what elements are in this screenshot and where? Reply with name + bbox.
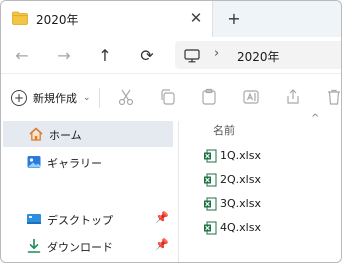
- file-name: 2Q.xlsx: [220, 172, 261, 186]
- home-icon: [28, 126, 44, 142]
- pin-icon[interactable]: 📌: [155, 211, 169, 224]
- cut-icon[interactable]: [117, 88, 135, 106]
- sidebar-item-label: ギャラリー: [47, 157, 102, 170]
- divider: [99, 88, 100, 108]
- file-name: 1Q.xlsx: [220, 148, 261, 162]
- sidebar-item-label: デスクトップ: [47, 214, 113, 227]
- chevron-down-icon: ⌄: [83, 93, 91, 103]
- arrow-left-icon: ←: [15, 45, 29, 65]
- up-button[interactable]: ↑: [93, 43, 117, 67]
- trash-icon[interactable]: [325, 88, 341, 106]
- excel-file-icon: [203, 220, 217, 235]
- download-icon: [26, 238, 42, 254]
- refresh-button[interactable]: ⟳: [135, 43, 159, 67]
- list-item[interactable]: 2Q.xlsx: [203, 169, 261, 189]
- copy-icon[interactable]: [159, 88, 177, 106]
- sidebar-item-gallery[interactable]: ギャラリー: [1, 149, 171, 175]
- sidebar-item-label: ダウンロード: [47, 241, 113, 254]
- file-list: ^ 名前 1Q.xlsx 2Q.xlsx 3Q.xlsx 4Q.xlsx: [179, 113, 341, 262]
- monitor-icon: [184, 48, 200, 67]
- gallery-icon: [26, 154, 42, 170]
- refresh-icon: ⟳: [140, 45, 154, 65]
- close-tab-button[interactable]: ✕: [186, 8, 206, 28]
- back-button[interactable]: ←: [10, 43, 34, 67]
- command-bar: + 新規作成 ⌄: [1, 73, 341, 122]
- file-name: 3Q.xlsx: [220, 196, 261, 210]
- folder-icon: [12, 10, 28, 29]
- plus-icon: +: [227, 8, 241, 28]
- new-tab-button[interactable]: +: [224, 8, 244, 28]
- list-item[interactable]: 1Q.xlsx: [203, 145, 261, 165]
- desktop-icon: [26, 211, 42, 227]
- title-bar: 2020年 ✕ +: [1, 1, 341, 37]
- excel-file-icon: [203, 172, 217, 187]
- column-header-name[interactable]: 名前: [213, 122, 235, 138]
- address-bar[interactable]: › 2020年: [175, 41, 341, 69]
- sidebar-item-download[interactable]: ダウンロード 📌: [1, 233, 171, 259]
- new-button[interactable]: + 新規作成 ⌄: [11, 87, 91, 109]
- plus-circle-icon: +: [11, 90, 27, 106]
- arrow-right-icon: →: [57, 45, 71, 65]
- forward-button[interactable]: →: [52, 43, 76, 67]
- excel-file-icon: [203, 148, 217, 163]
- tab-2020[interactable]: 2020年 ✕: [1, 1, 213, 37]
- sidebar-item-label: ホーム: [49, 129, 82, 142]
- sidebar-item-desktop[interactable]: デスクトップ 📌: [1, 206, 171, 232]
- pin-icon[interactable]: 📌: [155, 238, 169, 251]
- rename-icon[interactable]: [242, 88, 260, 106]
- explorer-window: 2020年 ✕ + ← → ↑ ⟳ › 2020年 + 新規作成 ⌄ ホーム ギ…: [0, 0, 342, 263]
- sidebar-item-home[interactable]: ホーム: [3, 121, 173, 147]
- navigation-pane: ホーム ギャラリー デスクトップ 📌 ダウンロード 📌: [1, 121, 179, 262]
- file-name: 4Q.xlsx: [220, 220, 261, 234]
- excel-file-icon: [203, 196, 217, 211]
- tab-title: 2020年: [36, 13, 79, 27]
- list-item[interactable]: 4Q.xlsx: [203, 217, 261, 237]
- paste-icon[interactable]: [200, 88, 218, 106]
- new-button-label: 新規作成: [33, 92, 77, 105]
- chevron-right-icon: ›: [214, 46, 220, 61]
- navigation-bar: ← → ↑ ⟳ › 2020年: [1, 37, 341, 73]
- close-icon: ✕: [189, 9, 203, 27]
- share-icon[interactable]: [284, 88, 302, 106]
- arrow-up-icon: ↑: [98, 45, 112, 65]
- breadcrumb-2020[interactable]: 2020年: [237, 48, 280, 65]
- list-item[interactable]: 3Q.xlsx: [203, 193, 261, 213]
- sort-ascending-icon: ^: [311, 113, 320, 124]
